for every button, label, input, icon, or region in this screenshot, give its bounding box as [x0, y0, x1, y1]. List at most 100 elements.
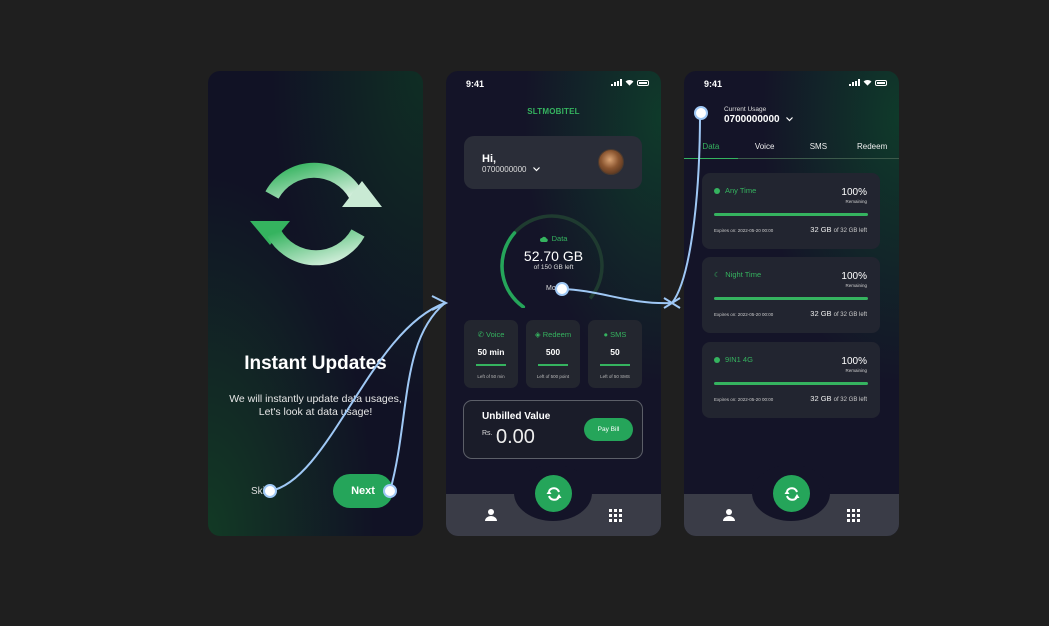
moon-icon: ☾ — [714, 271, 721, 279]
usage-expiry: Expires on: 2022-05-20 00:00 — [714, 312, 774, 317]
usage-account-selector[interactable]: 0700000000 — [724, 114, 793, 125]
redeem-title-text: Redeem — [542, 330, 572, 339]
usage-account-number: 0700000000 — [724, 114, 780, 125]
gauge-value: 52.70 GB — [523, 248, 584, 264]
gauge-subtext: of 150 GB left — [533, 264, 574, 271]
onboarding-description: We will instantly update data usages, Le… — [208, 393, 423, 419]
onboarding-title: Instant Updates — [244, 353, 387, 374]
tab-sms[interactable]: SMS — [792, 139, 846, 158]
flow-hotspot-skip — [263, 484, 277, 498]
sms-card-value: 50 — [610, 347, 620, 357]
chevron-down-icon — [785, 117, 793, 122]
usage-name-text: Any Time — [725, 186, 757, 195]
wifi-icon — [863, 80, 872, 86]
account-selector[interactable]: 0700000000 — [482, 165, 540, 174]
usage-screen: 9:41 Current Usage 0700000000 Data Voice… — [684, 71, 899, 536]
usage-card-nighttime[interactable]: ☾ Night Time 100% Remaining Expires on: 2… — [702, 257, 880, 333]
status-icons — [849, 79, 887, 86]
voice-card-bar — [476, 364, 506, 366]
usage-card-anytime[interactable]: Any Time 100% Remaining Expires on: 2022… — [702, 173, 880, 249]
usage-card-9in1[interactable]: 9IN1 4G 100% Remaining Expires on: 2022-… — [702, 342, 880, 418]
flow-hotspot-next — [383, 484, 397, 498]
redeem-card[interactable]: ◈ Redeem 500 Left of 500 point — [526, 320, 580, 388]
tab-data[interactable]: Data — [684, 139, 738, 159]
usage-remaining-label: Remaining — [845, 199, 867, 204]
description-line-2: Let's look at data usage! — [258, 406, 373, 418]
chevron-down-icon — [532, 167, 540, 172]
account-number: 0700000000 — [482, 165, 527, 174]
usage-percent: 100% — [841, 356, 867, 367]
pay-bill-button[interactable]: Pay Bill — [584, 418, 633, 441]
voice-title-text: Voice — [486, 330, 505, 339]
usage-bar — [714, 382, 868, 385]
unbilled-amount: 0.00 — [496, 426, 535, 448]
redeem-card-foot: Left of 500 point — [536, 374, 570, 379]
avatar[interactable] — [598, 149, 624, 175]
cloud-icon — [539, 236, 548, 243]
refresh-icon — [250, 162, 382, 266]
usage-left-suffix: of 32 GB left — [833, 397, 867, 403]
voice-card[interactable]: ✆ Voice 50 min Left of 50 min — [464, 320, 518, 388]
sms-card[interactable]: ● SMS 50 Left of 50 SMS — [588, 320, 642, 388]
flow-hotspot-more — [555, 282, 569, 296]
battery-icon — [637, 79, 649, 86]
voice-card-title: ✆ Voice — [464, 330, 518, 339]
status-time: 9:41 — [466, 79, 485, 89]
usage-left: 32 GB of 32 GB left — [810, 309, 867, 318]
usage-tabs: Data Voice SMS Redeem — [684, 139, 899, 159]
usage-bar — [714, 213, 868, 216]
clock-icon — [714, 187, 720, 194]
status-time: 9:41 — [704, 79, 723, 89]
usage-left-suffix: of 32 GB left — [833, 228, 867, 234]
usage-left-value: 32 GB — [810, 225, 832, 234]
redeem-card-value: 500 — [545, 347, 561, 357]
signal-icon — [849, 79, 860, 86]
usage-card-name: 9IN1 4G — [714, 355, 753, 364]
user-icon[interactable] — [722, 508, 736, 522]
tab-redeem[interactable]: Redeem — [845, 139, 899, 158]
usage-left-suffix: of 32 GB left — [833, 312, 867, 318]
usage-remaining-label: Remaining — [845, 283, 867, 288]
usage-left: 32 GB of 32 GB left — [810, 394, 867, 403]
greeting-text: Hi, — [482, 153, 497, 165]
sms-card-bar — [600, 364, 630, 366]
grid-icon[interactable] — [609, 509, 622, 522]
currency-label: Rs. — [482, 430, 493, 437]
usage-expiry: Expires on: 2022-05-20 00:00 — [714, 397, 774, 402]
usage-percent: 100% — [841, 187, 867, 198]
usage-card-name: ☾ Night Time — [714, 270, 761, 279]
wifi-icon — [625, 80, 634, 86]
description-line-1: We will instantly update data usages, — [229, 393, 402, 405]
redeem-icon: ◈ — [534, 330, 541, 339]
grid-icon[interactable] — [847, 509, 860, 522]
gauge-label-text: Data — [551, 234, 568, 243]
refresh-icon — [784, 486, 799, 501]
user-icon[interactable] — [484, 508, 498, 522]
data-icon — [714, 356, 720, 363]
refresh-button[interactable] — [773, 475, 810, 512]
chat-icon: ● — [603, 330, 609, 339]
sms-card-title: ● SMS — [588, 330, 642, 339]
usage-percent: 100% — [841, 271, 867, 282]
tab-voice[interactable]: Voice — [738, 139, 792, 158]
redeem-card-bar — [538, 364, 568, 366]
phone-icon: ✆ — [477, 330, 484, 339]
current-usage-label: Current Usage — [724, 106, 767, 113]
status-icons — [611, 79, 649, 86]
redeem-card-title: ◈ Redeem — [526, 330, 580, 339]
usage-left: 32 GB of 32 GB left — [810, 225, 867, 234]
refresh-button[interactable] — [535, 475, 572, 512]
voice-card-value: 50 min — [477, 347, 505, 357]
usage-card-name: Any Time — [714, 186, 756, 195]
usage-remaining-label: Remaining — [845, 368, 867, 373]
home-screen: 9:41 SLTMOBITEL Hi, 0700000000 Data 52.7… — [446, 71, 661, 536]
refresh-icon — [546, 486, 561, 501]
usage-name-text: Night Time — [725, 270, 762, 279]
usage-bar — [714, 297, 868, 300]
usage-expiry: Expires on: 2022-05-20 00:00 — [714, 228, 774, 233]
sms-title-text: SMS — [610, 330, 627, 339]
brand-logo: SLTMOBITEL — [527, 107, 580, 116]
usage-name-text: 9IN1 4G — [725, 355, 753, 364]
usage-left-value: 32 GB — [810, 309, 832, 318]
voice-card-foot: Left of 50 min — [477, 374, 505, 379]
